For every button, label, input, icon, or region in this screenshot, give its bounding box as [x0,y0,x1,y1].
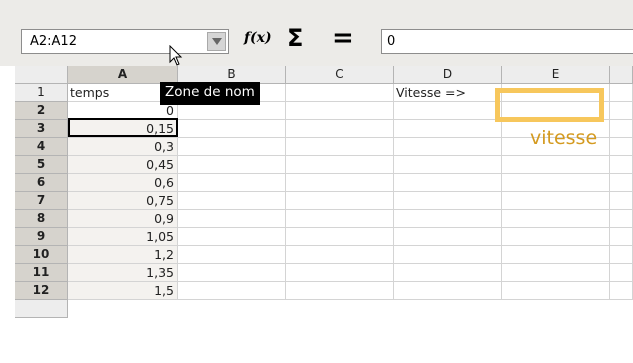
cell-f9[interactable] [610,228,633,246]
cell-a8[interactable]: 0,9 [68,210,178,228]
column-header-f[interactable] [610,66,633,84]
name-box-value[interactable]: A2:A12 [30,34,77,49]
formula-input-value[interactable]: 0 [387,34,395,49]
cell-c8[interactable] [286,210,394,228]
cell-b4[interactable] [178,138,286,156]
name-box-dropdown-icon[interactable] [207,32,226,51]
cell-c1[interactable] [286,84,394,102]
cell-f12[interactable] [610,282,633,300]
cell-d9[interactable] [394,228,502,246]
column-header-c[interactable]: C [286,66,394,84]
cell-b8[interactable] [178,210,286,228]
cell-b5[interactable] [178,156,286,174]
cell-d5[interactable] [394,156,502,174]
cell-b9[interactable] [178,228,286,246]
select-all-corner[interactable] [15,66,68,84]
cell-e10[interactable] [502,246,610,264]
cell-d8[interactable] [394,210,502,228]
cell-c9[interactable] [286,228,394,246]
cell-e7[interactable] [502,192,610,210]
cell-f6[interactable] [610,174,633,192]
cell-b7[interactable] [178,192,286,210]
row-header-7[interactable]: 7 [15,192,68,210]
cell-d12[interactable] [394,282,502,300]
cell-c2[interactable] [286,102,394,120]
cell-c6[interactable] [286,174,394,192]
column-header-d[interactable]: D [394,66,502,84]
formula-equals-icon[interactable]: = [332,23,354,53]
row-header-4[interactable]: 4 [15,138,68,156]
row-header-3[interactable]: 3 [15,120,68,138]
row-header-11[interactable]: 11 [15,264,68,282]
annotation-label: vitesse [530,127,598,149]
cell-b10[interactable] [178,246,286,264]
column-header-e[interactable]: E [502,66,610,84]
cell-d10[interactable] [394,246,502,264]
cell-f4[interactable] [610,138,633,156]
annotation-highlight-box [495,88,604,122]
cell-e5[interactable] [502,156,610,174]
cell-e12[interactable] [502,282,610,300]
cell-b11[interactable] [178,264,286,282]
mouse-pointer-icon [169,45,183,66]
cell-d3[interactable] [394,120,502,138]
active-cell-cursor [68,118,178,137]
cell-a9[interactable]: 1,05 [68,228,178,246]
cell-b6[interactable] [178,174,286,192]
cell-d2[interactable] [394,102,502,120]
cell-c11[interactable] [286,264,394,282]
row-header-8[interactable]: 8 [15,210,68,228]
cell-f11[interactable] [610,264,633,282]
cell-a7[interactable]: 0,75 [68,192,178,210]
cell-c7[interactable] [286,192,394,210]
cell-e6[interactable] [502,174,610,192]
cell-f1[interactable] [610,84,633,102]
name-box[interactable]: A2:A12 [21,29,229,54]
cell-c12[interactable] [286,282,394,300]
name-box-tooltip: Zone de nom [160,82,260,105]
row-header-9[interactable]: 9 [15,228,68,246]
cell-f8[interactable] [610,210,633,228]
row-header-5[interactable]: 5 [15,156,68,174]
row-header-2[interactable]: 2 [15,102,68,120]
cell-c3[interactable] [286,120,394,138]
cell-a12[interactable]: 1,5 [68,282,178,300]
cell-f7[interactable] [610,192,633,210]
cell-d4[interactable] [394,138,502,156]
cell-d1[interactable]: Vitesse => [394,84,502,102]
cell-a11[interactable]: 1,35 [68,264,178,282]
cell-c10[interactable] [286,246,394,264]
formula-input[interactable]: 0 [381,29,633,54]
cell-a10[interactable]: 1,2 [68,246,178,264]
row-header-13[interactable] [15,300,68,318]
cell-f10[interactable] [610,246,633,264]
cell-e8[interactable] [502,210,610,228]
cell-c4[interactable] [286,138,394,156]
cell-a5[interactable]: 0,45 [68,156,178,174]
cell-d11[interactable] [394,264,502,282]
cell-f5[interactable] [610,156,633,174]
cell-f3[interactable] [610,120,633,138]
cell-e11[interactable] [502,264,610,282]
cell-b12[interactable] [178,282,286,300]
cell-f2[interactable] [610,102,633,120]
row-header-10[interactable]: 10 [15,246,68,264]
cell-c5[interactable] [286,156,394,174]
cell-a4[interactable]: 0,3 [68,138,178,156]
cell-d6[interactable] [394,174,502,192]
cell-d7[interactable] [394,192,502,210]
row-header-1[interactable]: 1 [15,84,68,102]
cell-e9[interactable] [502,228,610,246]
formula-toolbar: A2:A12 f(x) Σ = 0 [0,0,633,66]
row-header-6[interactable]: 6 [15,174,68,192]
cell-a6[interactable]: 0,6 [68,174,178,192]
sum-icon[interactable]: Σ [287,24,303,52]
row-header-12[interactable]: 12 [15,282,68,300]
function-wizard-icon[interactable]: f(x) [244,30,272,46]
cell-b3[interactable] [178,120,286,138]
